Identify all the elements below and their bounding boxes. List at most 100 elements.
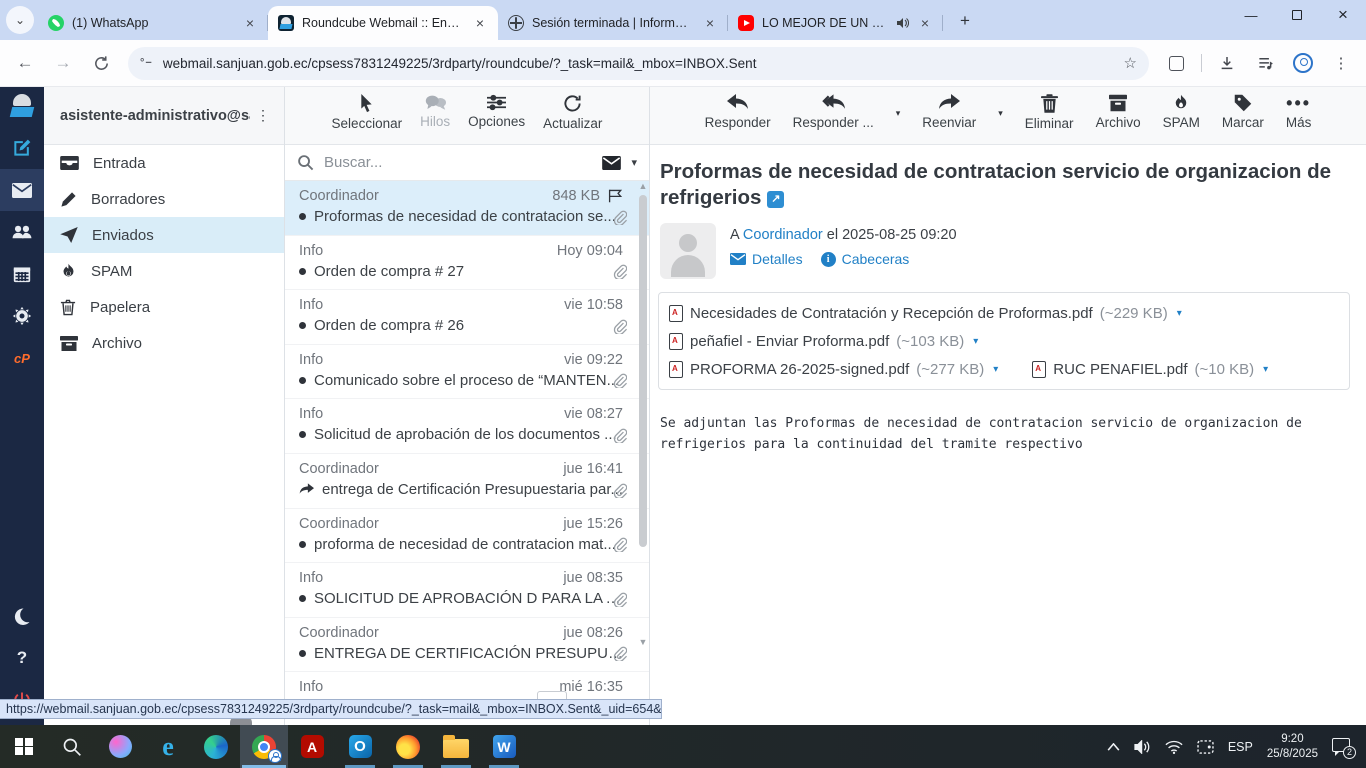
acrobat-button[interactable]: A: [288, 725, 336, 768]
address-bar[interactable]: °− webmail.sanjuan.gob.ec/cpsess78312492…: [128, 46, 1149, 80]
bookmark-star-icon[interactable]: ☆: [1124, 54, 1137, 72]
attachment-item[interactable]: peñafiel - Enviar Proforma.pdf (~103 KB)…: [669, 327, 978, 355]
search-bar[interactable]: Buscar... ▾: [285, 145, 649, 181]
message-list-item[interactable]: Coordinador 848 KB Proformas de necesida…: [285, 181, 649, 236]
tab-search-chevron-icon[interactable]: ⌄: [6, 6, 34, 34]
list-scrollbar[interactable]: ▲ ▼: [637, 181, 649, 691]
attachment-name[interactable]: RUC PENAFIEL.pdf: [1053, 361, 1187, 378]
tab-close-icon[interactable]: ×: [702, 15, 718, 31]
message-list-item[interactable]: Info jue 08:35 SOLICITUD DE APROBACIÓN D…: [285, 563, 649, 618]
window-restore-button[interactable]: [1274, 0, 1320, 30]
outlook-button[interactable]: O: [336, 725, 384, 768]
dark-mode-moon-icon[interactable]: [0, 595, 44, 637]
refresh-button[interactable]: Actualizar: [537, 94, 608, 131]
reply-all-button[interactable]: Responder ...: [787, 94, 880, 130]
reload-icon[interactable]: [84, 46, 118, 80]
reply-button[interactable]: Responder: [699, 94, 777, 130]
headers-link[interactable]: i Cabeceras: [820, 251, 909, 267]
site-settings-icon[interactable]: °−: [140, 57, 153, 69]
message-list-item[interactable]: Coordinador jue 15:26 proforma de necesi…: [285, 509, 649, 564]
folder-spam[interactable]: SPAM: [44, 253, 284, 289]
more-button[interactable]: ••• Más: [1280, 94, 1318, 130]
tab-youtube[interactable]: LO MEJOR DE UN CORAZÓ ×: [728, 6, 943, 40]
attachment-item[interactable]: PROFORMA 26-2025-signed.pdf (~277 KB) ▾: [669, 355, 998, 383]
start-button[interactable]: [0, 725, 48, 768]
scroll-up-icon[interactable]: ▲: [637, 181, 649, 193]
help-icon[interactable]: ?: [0, 637, 44, 679]
attachment-menu-caret-icon[interactable]: ▾: [973, 336, 978, 347]
tab-close-icon[interactable]: ×: [242, 15, 258, 31]
attachment-name[interactable]: PROFORMA 26-2025-signed.pdf: [690, 361, 909, 378]
search-scope-icon[interactable]: [602, 155, 622, 170]
reply-all-caret-icon[interactable]: ▾: [890, 94, 907, 119]
tab-session[interactable]: Sesión terminada | Informes Me ×: [498, 6, 728, 40]
archive-button[interactable]: Archivo: [1090, 94, 1147, 130]
folder-borradores[interactable]: Borradores: [44, 181, 284, 217]
extensions-icon[interactable]: [1159, 46, 1193, 80]
mark-button[interactable]: Marcar: [1216, 94, 1270, 130]
tab-close-icon[interactable]: ×: [472, 15, 488, 31]
notifications-button[interactable]: 2: [1332, 737, 1356, 759]
spam-button[interactable]: SPAM: [1157, 94, 1206, 130]
folder-entrada[interactable]: Entrada: [44, 145, 284, 181]
taskbar-search-button[interactable]: [48, 725, 96, 768]
display-cast-icon[interactable]: [1197, 739, 1214, 754]
contacts-icon[interactable]: [0, 211, 44, 253]
message-list-item[interactable]: Info Hoy 09:04 Orden de compra # 27: [285, 236, 649, 291]
search-placeholder[interactable]: Buscar...: [324, 154, 592, 171]
copilot-button[interactable]: [96, 725, 144, 768]
mail-icon[interactable]: [0, 169, 44, 211]
folder-papelera[interactable]: Papelera: [44, 289, 284, 325]
message-list-item[interactable]: Coordinador jue 16:41 entrega de Certifi…: [285, 454, 649, 509]
volume-icon[interactable]: [1134, 739, 1151, 754]
attachment-item[interactable]: Necesidades de Contratación y Recepción …: [669, 299, 1182, 327]
cpanel-icon[interactable]: cP: [0, 337, 44, 379]
account-menu-icon[interactable]: ⋮: [250, 107, 276, 124]
attachment-menu-caret-icon[interactable]: ▾: [993, 364, 998, 375]
compose-icon[interactable]: [0, 127, 44, 169]
firefox-button[interactable]: [384, 725, 432, 768]
forward-button[interactable]: Reenviar: [916, 94, 982, 130]
attachment-menu-caret-icon[interactable]: ▾: [1263, 364, 1268, 375]
forward-caret-icon[interactable]: ▾: [992, 94, 1009, 119]
internet-explorer-button[interactable]: e: [144, 725, 192, 768]
word-button[interactable]: W: [480, 725, 528, 768]
tab-whatsapp[interactable]: (1) WhatsApp ×: [38, 6, 268, 40]
attachment-name[interactable]: peñafiel - Enviar Proforma.pdf: [690, 333, 889, 350]
calendar-icon[interactable]: [0, 253, 44, 295]
details-link[interactable]: Detalles: [730, 251, 803, 267]
folder-archivo[interactable]: Archivo: [44, 325, 284, 361]
message-list-item[interactable]: Info vie 10:58 Orden de compra # 26: [285, 290, 649, 345]
wifi-icon[interactable]: [1165, 740, 1183, 754]
attachment-menu-caret-icon[interactable]: ▾: [1177, 308, 1182, 319]
settings-gear-icon[interactable]: [0, 295, 44, 337]
tab-roundcube[interactable]: Roundcube Webmail :: Enviados ×: [268, 6, 498, 40]
delete-button[interactable]: Eliminar: [1019, 94, 1080, 131]
tab-audio-icon[interactable]: [896, 17, 909, 29]
message-list-item[interactable]: Info vie 08:27 Solicitud de aprobación d…: [285, 399, 649, 454]
tray-chevron-icon[interactable]: [1107, 742, 1120, 751]
scroll-thumb[interactable]: [639, 195, 647, 547]
options-button[interactable]: Opciones: [462, 94, 531, 129]
window-close-button[interactable]: ×: [1320, 0, 1366, 30]
edge-button[interactable]: [192, 725, 240, 768]
message-list-item[interactable]: Coordinador jue 08:26 ENTREGA DE CERTIFI…: [285, 618, 649, 673]
downloads-icon[interactable]: [1210, 46, 1244, 80]
chrome-button[interactable]: [240, 725, 288, 768]
media-controls-icon[interactable]: [1248, 46, 1282, 80]
search-options-chevron-icon[interactable]: ▾: [631, 156, 637, 169]
profile-icon[interactable]: [1286, 46, 1320, 80]
back-icon[interactable]: ←: [8, 46, 42, 80]
open-in-new-window-icon[interactable]: ↗: [767, 190, 785, 208]
folder-enviados[interactable]: Enviados: [44, 217, 284, 253]
url-text[interactable]: webmail.sanjuan.gob.ec/cpsess7831249225/…: [163, 56, 1114, 71]
threads-button[interactable]: Hilos: [414, 94, 456, 129]
select-button[interactable]: Seleccionar: [326, 94, 409, 131]
new-tab-button[interactable]: +: [951, 7, 979, 35]
window-minimize-button[interactable]: —: [1228, 0, 1274, 30]
attachment-name[interactable]: Necesidades de Contratación y Recepción …: [690, 305, 1093, 322]
language-indicator[interactable]: ESP: [1228, 740, 1253, 754]
tab-close-icon[interactable]: ×: [917, 15, 933, 31]
forward-icon[interactable]: →: [46, 46, 80, 80]
browser-menu-icon[interactable]: ⋮: [1324, 46, 1358, 80]
